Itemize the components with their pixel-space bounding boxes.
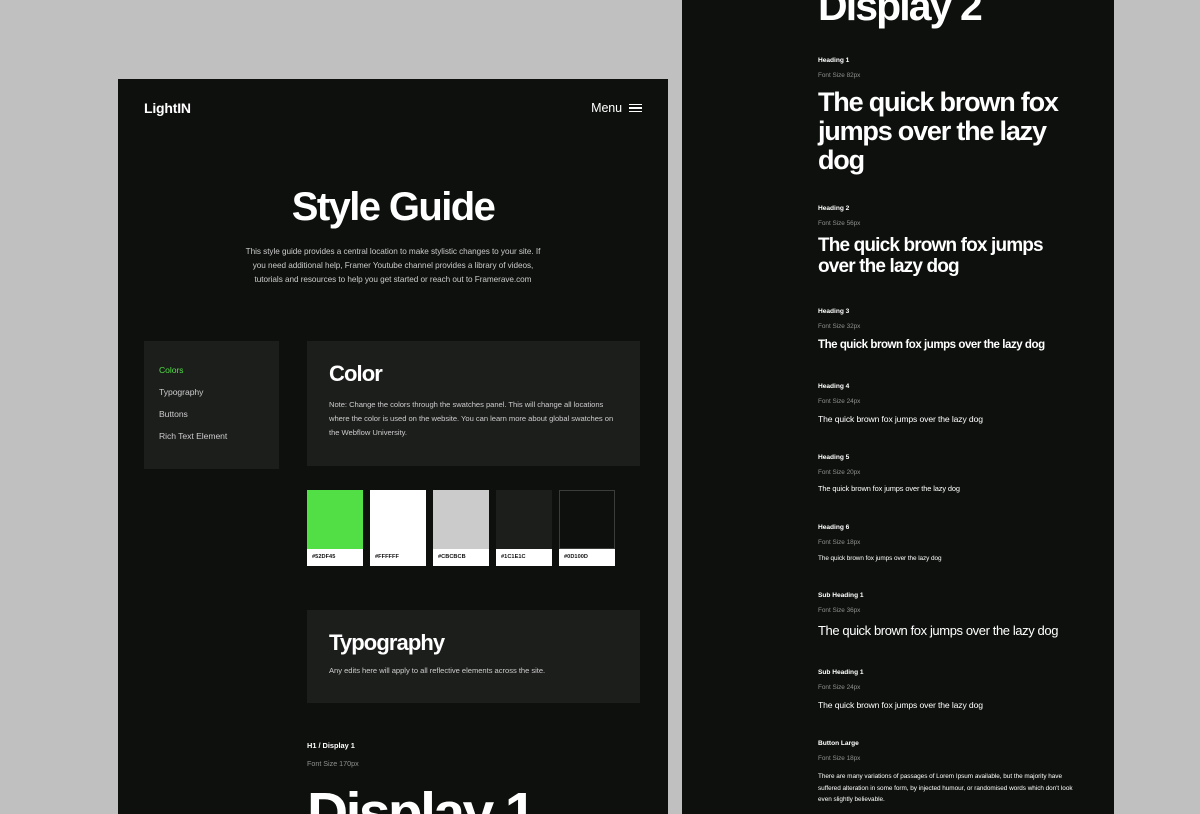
- swatch-hex-label: #52DF45: [307, 549, 363, 567]
- type-spec-sub-heading-2: Sub Heading 1 Font Size 24px The quick b…: [818, 669, 1079, 710]
- sidebar-item-typography[interactable]: Typography: [159, 381, 264, 403]
- type-spec-name: Sub Heading 1: [818, 592, 864, 600]
- type-spec-heading-1: Heading 1 Font Size 82px The quick brown…: [818, 57, 1079, 175]
- style-guide-page-preview: LightIN Menu Style Guide This style guid…: [118, 79, 668, 814]
- swatch-hex-label: #CBCBCB: [433, 549, 489, 567]
- typography-scale-column: Display 2 Heading 1 Font Size 82px The q…: [818, 0, 1114, 814]
- type-spec-size: Font Size 18px: [818, 538, 861, 546]
- type-spec-size: Font Size 24px: [818, 684, 861, 692]
- page-title: Style Guide: [291, 185, 496, 229]
- navbar: LightIN Menu: [118, 79, 668, 123]
- type-spec-sample: The quick brown fox jumps over the lazy …: [818, 339, 1045, 352]
- screenshot-stage: LightIN Menu Style Guide This style guid…: [0, 0, 1200, 814]
- color-swatch[interactable]: #CBCBCB: [433, 490, 489, 567]
- color-swatch[interactable]: #1C1E1C: [496, 490, 552, 567]
- type-spec-name: Heading 6: [818, 523, 850, 531]
- type-spec-size: Font Size 18px: [818, 755, 861, 763]
- type-spec-display1: H1 / Display 1 Font Size 170px Display 1: [307, 741, 640, 814]
- swatch-hex-label: #0D100D: [559, 549, 615, 567]
- type-spec-button-large: Button Large Font Size 18px There are ma…: [818, 740, 1079, 805]
- type-spec-name: Sub Heading 1: [818, 669, 864, 677]
- color-section-note: Note: Change the colors through the swat…: [329, 400, 614, 438]
- type-spec-heading-5: Heading 5 Font Size 20px The quick brown…: [818, 454, 1079, 494]
- type-spec-size: Font Size 20px: [818, 469, 861, 477]
- type-spec-heading-6: Heading 6 Font Size 18px The quick brown…: [818, 524, 1079, 563]
- swatch-chip: [307, 490, 363, 550]
- swatch-chip: [496, 490, 552, 550]
- type-spec-name: Heading 5: [818, 454, 850, 462]
- color-section-card: Color Note: Change the colors through th…: [307, 341, 640, 467]
- type-spec-heading-4: Heading 4 Font Size 24px The quick brown…: [818, 383, 1079, 424]
- type-spec-size: Font Size 24px: [818, 398, 861, 406]
- typography-scale-panel: Display 2 Heading 1 Font Size 82px The q…: [682, 0, 1114, 814]
- type-spec-size: Font Size 82px: [818, 72, 861, 79]
- color-swatch[interactable]: #FFFFFF: [370, 490, 426, 567]
- typography-section-note: Any edits here will apply to all reflect…: [329, 666, 546, 676]
- type-spec-sample: The quick brown fox jumps over the lazy …: [818, 414, 983, 425]
- color-swatch[interactable]: #52DF45: [307, 490, 363, 567]
- typography-section-card: Typography Any edits here will apply to …: [307, 610, 640, 704]
- brand-logo[interactable]: LightIN: [144, 100, 191, 116]
- type-spec-size: Font Size 170px: [307, 759, 359, 769]
- swatch-hex-label: #FFFFFF: [370, 549, 426, 567]
- type-spec-size: Font Size 36px: [818, 607, 861, 615]
- type-spec-name: Button Large: [818, 740, 859, 748]
- color-swatch[interactable]: #0D100D: [559, 490, 615, 567]
- swatch-chip: [559, 490, 615, 550]
- type-spec-sample: The quick brown fox jumps over the lazy …: [818, 484, 960, 494]
- menu-button[interactable]: Menu: [591, 101, 642, 115]
- type-spec-name: Heading 1: [818, 57, 850, 64]
- type-spec-sample: The quick brown fox jumps over the lazy …: [818, 235, 1044, 278]
- type-spec-sample: The quick brown fox jumps over the lazy …: [818, 700, 983, 711]
- menu-label: Menu: [591, 101, 622, 115]
- page-subtitle: This style guide provides a central loca…: [245, 247, 541, 285]
- sidebar-item-buttons[interactable]: Buttons: [159, 403, 264, 425]
- type-spec-sample: There are many variations of passages of…: [818, 773, 1073, 803]
- type-spec-size: Font Size 56px: [818, 220, 861, 228]
- type-spec-sample: The quick brown fox jumps over the lazy …: [818, 87, 1059, 176]
- hamburger-icon: [629, 103, 642, 113]
- style-guide-main-column: Color Note: Change the colors through th…: [307, 341, 640, 814]
- type-spec-sample: The quick brown fox jumps over the lazy …: [818, 623, 1059, 639]
- type-spec-sample: Display 1: [307, 781, 537, 814]
- type-spec-size: Font Size 32px: [818, 323, 861, 331]
- color-swatch-list: #52DF45 #FFFFFF #CBCBCB #1C1E1C #0D100D: [307, 490, 640, 567]
- type-spec-name: H1 / Display 1: [307, 741, 355, 751]
- type-spec-sub-heading-1: Sub Heading 1 Font Size 36px The quick b…: [818, 592, 1079, 639]
- type-spec-sample: The quick brown fox jumps over the lazy …: [818, 554, 942, 562]
- style-guide-sidebar: Colors Typography Buttons Rich Text Elem…: [144, 341, 279, 470]
- typography-section-title: Typography: [329, 630, 445, 656]
- sidebar-item-rich-text-element[interactable]: Rich Text Element: [159, 425, 264, 447]
- sidebar-item-colors[interactable]: Colors: [159, 359, 264, 381]
- content-row: Colors Typography Buttons Rich Text Elem…: [118, 287, 668, 814]
- type-spec-heading-3: Heading 3 Font Size 32px The quick brown…: [818, 308, 1079, 353]
- swatch-hex-label: #1C1E1C: [496, 549, 552, 567]
- hero-section: Style Guide This style guide provides a …: [118, 123, 668, 287]
- swatch-chip: [433, 490, 489, 550]
- type-spec-sample-display2: Display 2: [818, 0, 983, 29]
- type-spec-name: Heading 4: [818, 383, 850, 391]
- type-spec-name: Heading 2: [818, 205, 850, 213]
- type-spec-name: Heading 3: [818, 308, 850, 316]
- color-section-title: Color: [329, 361, 383, 387]
- swatch-chip: [370, 490, 426, 550]
- type-spec-heading-2: Heading 2 Font Size 56px The quick brown…: [818, 205, 1079, 278]
